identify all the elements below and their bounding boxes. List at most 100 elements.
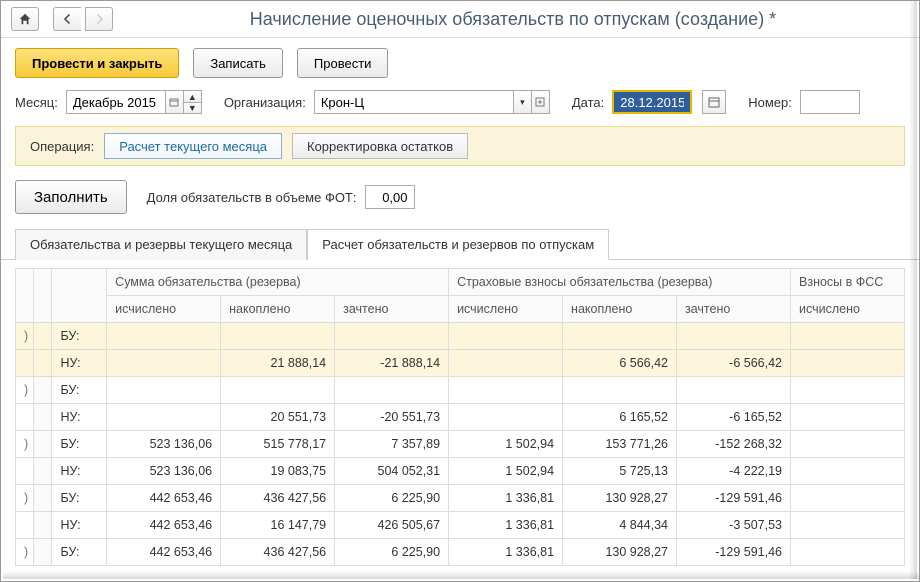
cell-v1 — [107, 350, 221, 377]
operation-tab-correction[interactable]: Корректировка остатков — [292, 133, 468, 159]
date-input[interactable] — [612, 90, 692, 114]
table-row[interactable]: )БУ:442 653,46436 427,566 225,901 336,81… — [16, 539, 905, 566]
row-stub — [34, 377, 52, 404]
cell-v1: 523 136,06 — [107, 431, 221, 458]
row-id: ) — [16, 431, 34, 458]
cell-v3: 7 357,89 — [335, 431, 449, 458]
cell-v6: -129 591,46 — [677, 485, 791, 512]
back-button[interactable] — [53, 7, 81, 31]
cell-v6: -6 566,42 — [677, 350, 791, 377]
cell-v4 — [449, 323, 563, 350]
cell-v3: 426 505,67 — [335, 512, 449, 539]
col-group-insurance: Страховые взносы обязательства (резерва) — [449, 269, 791, 296]
row-account: БУ: — [52, 485, 107, 512]
cell-v2 — [221, 323, 335, 350]
col-accum: накоплено — [221, 296, 335, 323]
month-up-icon[interactable]: ▲ — [184, 90, 202, 102]
home-icon[interactable] — [11, 7, 39, 31]
cell-v1 — [107, 377, 221, 404]
cell-v6: -129 591,46 — [677, 539, 791, 566]
cell-v7 — [791, 539, 905, 566]
cell-v6 — [677, 323, 791, 350]
data-grid[interactable]: Сумма обязательства (резерва) Страховые … — [15, 268, 905, 566]
cell-v5: 153 771,26 — [563, 431, 677, 458]
month-input[interactable] — [66, 90, 166, 114]
row-id: ) — [16, 377, 34, 404]
post-button[interactable]: Провести — [297, 48, 389, 78]
cell-v2: 21 888,14 — [221, 350, 335, 377]
save-button[interactable]: Записать — [193, 48, 283, 78]
month-down-icon[interactable]: ▼ — [184, 102, 202, 114]
table-row[interactable]: ) БУ:523 136,06515 778,177 357,891 502,94… — [16, 431, 905, 458]
date-label: Дата: — [572, 95, 604, 110]
cell-v1 — [107, 323, 221, 350]
cell-v3 — [335, 323, 449, 350]
table-row[interactable]: НУ:523 136,0619 083,75504 052,311 502,94… — [16, 458, 905, 485]
cell-v5 — [563, 323, 677, 350]
number-input[interactable] — [800, 90, 860, 114]
row-id: ) — [16, 539, 34, 566]
col-group-fss: Взносы в ФСС — [791, 269, 905, 296]
cell-v5: 6 566,42 — [563, 350, 677, 377]
row-account: БУ: — [52, 377, 107, 404]
cell-v7 — [791, 377, 905, 404]
cell-v5: 130 928,27 — [563, 485, 677, 512]
col-calc2: исчислено — [449, 296, 563, 323]
post-and-close-button[interactable]: Провести и закрыть — [15, 48, 179, 78]
row-stub — [34, 485, 52, 512]
tab-calculation[interactable]: Расчет обязательств и резервов по отпуск… — [307, 229, 609, 260]
cell-v7 — [791, 350, 905, 377]
cell-v5: 5 725,13 — [563, 458, 677, 485]
cell-v3: 504 052,31 — [335, 458, 449, 485]
cell-v2: 515 778,17 — [221, 431, 335, 458]
row-id — [16, 512, 34, 539]
cell-v7 — [791, 431, 905, 458]
table-row[interactable]: ) БУ: — [16, 377, 905, 404]
cell-v1 — [107, 404, 221, 431]
page-title: Начисление оценочных обязательств по отп… — [117, 9, 909, 30]
cell-v2: 19 083,75 — [221, 458, 335, 485]
table-row[interactable]: )БУ: — [16, 323, 905, 350]
date-calendar-icon[interactable] — [702, 90, 726, 114]
row-account: БУ: — [52, 431, 107, 458]
share-input[interactable] — [365, 185, 415, 209]
row-stub — [34, 350, 52, 377]
cell-v7 — [791, 512, 905, 539]
row-account: НУ: — [52, 512, 107, 539]
forward-button[interactable] — [85, 7, 113, 31]
cell-v6: -4 222,19 — [677, 458, 791, 485]
row-account: БУ: — [52, 323, 107, 350]
row-account: НУ: — [52, 350, 107, 377]
cell-v7 — [791, 485, 905, 512]
cell-v2: 16 147,79 — [221, 512, 335, 539]
org-dropdown-icon[interactable]: ▾ — [514, 90, 532, 114]
cell-v1: 442 653,46 — [107, 512, 221, 539]
row-id: ) — [16, 485, 34, 512]
operation-label: Операция: — [30, 139, 94, 154]
cell-v1: 523 136,06 — [107, 458, 221, 485]
share-label: Доля обязательств в объеме ФОТ: — [147, 190, 357, 205]
cell-v3: 6 225,90 — [335, 485, 449, 512]
month-calendar-icon[interactable] — [166, 90, 184, 114]
cell-v3: 6 225,90 — [335, 539, 449, 566]
row-account: БУ: — [52, 539, 107, 566]
month-label: Месяц: — [15, 95, 58, 110]
cell-v4: 1 502,94 — [449, 431, 563, 458]
row-stub — [34, 404, 52, 431]
table-row[interactable]: НУ:442 653,4616 147,79426 505,671 336,81… — [16, 512, 905, 539]
org-open-icon[interactable] — [532, 90, 550, 114]
cell-v2: 436 427,56 — [221, 485, 335, 512]
org-input[interactable] — [314, 90, 514, 114]
table-row[interactable]: НУ:21 888,14-21 888,146 566,42-6 566,42 — [16, 350, 905, 377]
row-stub — [34, 323, 52, 350]
row-id — [16, 458, 34, 485]
operation-tab-current[interactable]: Расчет текущего месяца — [104, 133, 282, 159]
cell-v5: 4 844,34 — [563, 512, 677, 539]
table-row[interactable]: НУ:20 551,73-20 551,736 165,52-6 165,52 — [16, 404, 905, 431]
fill-button[interactable]: Заполнить — [15, 180, 127, 214]
cell-v2 — [221, 377, 335, 404]
cell-v6: -3 507,53 — [677, 512, 791, 539]
table-row[interactable]: )БУ:442 653,46436 427,566 225,901 336,81… — [16, 485, 905, 512]
tab-obligations[interactable]: Обязательства и резервы текущего месяца — [15, 229, 307, 260]
cell-v4: 1 336,81 — [449, 512, 563, 539]
